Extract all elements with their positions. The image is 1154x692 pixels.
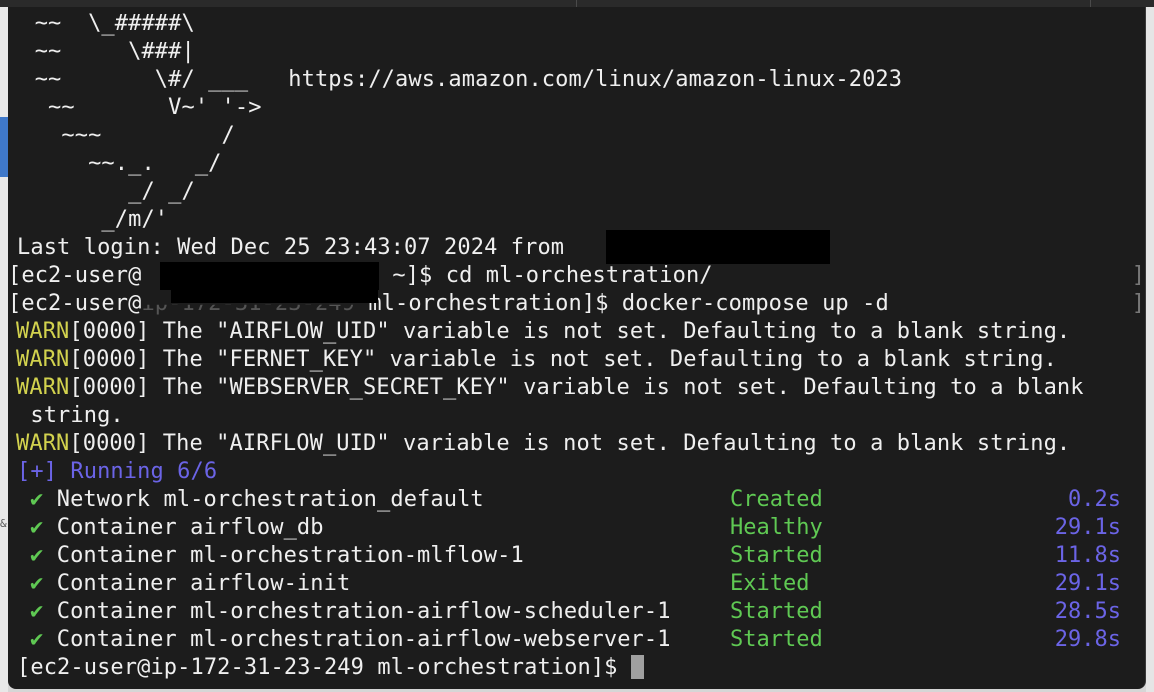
banner-line: _/ _/ [8, 179, 195, 204]
service-entry: ✔ Container ml-orchestration-mlflow-1 [30, 542, 524, 570]
prompt-prefix: [ec2-user@ [8, 291, 142, 316]
warning-line: WARN[0000] The "WEBSERVER_SECRET_KEY" va… [16, 374, 1084, 402]
service-name: Container airflow_db [56, 515, 324, 540]
warning-text: [0000] The "WEBSERVER_SECRET_KEY" variab… [69, 375, 1084, 400]
window-top-bar [0, 0, 1154, 7]
tab-divider [1090, 0, 1091, 7]
banner-line: ~~~ / [8, 123, 235, 148]
background-highlight [0, 117, 8, 177]
warning-line: WARN[0000] The "AIRFLOW_UID" variable is… [16, 318, 1070, 346]
background-glyph: & [0, 517, 7, 530]
banner-line: ~~._. _/ [8, 151, 222, 176]
service-status: Healthy [730, 515, 823, 540]
warning-line: WARN[0000] The "AIRFLOW_UID" variable is… [16, 430, 1070, 458]
command-prompt[interactable]: [ec2-user@ip-172-31-23-249 ml-orchestrat… [17, 654, 644, 682]
service-entry: ✔ Network ml-orchestration_default [30, 486, 484, 514]
service-time: 29.8s [1054, 627, 1121, 652]
service-entry: ✔ Container airflow_db [30, 514, 324, 542]
banner-line: ~~ \###| [8, 39, 195, 64]
service-time: 0.2s [1068, 487, 1121, 512]
service-name: Network ml-orchestration_default [56, 487, 484, 512]
service-status: Exited [730, 571, 810, 596]
service-status: Started [730, 599, 823, 624]
service-row: ✔ Container airflow-init Exited 29.1s [8, 570, 1145, 598]
service-time: 29.1s [1054, 571, 1121, 596]
warn-tag: WARN [16, 431, 70, 456]
service-entry: ✔ Container ml-orchestration-airflow-sch… [30, 598, 671, 626]
warning-text: [0000] The "AIRFLOW_UID" variable is not… [69, 431, 1071, 456]
service-status: Started [730, 543, 823, 568]
check-icon: ✔ [30, 487, 44, 512]
check-icon: ✔ [30, 515, 44, 540]
redacted-ip [606, 230, 830, 264]
service-status: Started [730, 627, 823, 652]
service-time: 28.5s [1054, 599, 1121, 624]
prompt-line-1: [ec2-user@ [8, 262, 141, 290]
service-name: Container ml-orchestration-airflow-sched… [56, 599, 671, 624]
service-status: Created [730, 487, 823, 512]
tab-divider [576, 0, 577, 7]
check-icon: ✔ [30, 571, 44, 596]
prompt-command: ~]$ cd ml-orchestration/ [379, 263, 713, 288]
service-name: Container ml-orchestration-airflow-webse… [56, 627, 671, 652]
check-icon: ✔ [30, 627, 44, 652]
check-icon: ✔ [30, 543, 44, 568]
warn-tag: WARN [16, 375, 70, 400]
service-row: ✔ Container ml-orchestration-mlflow-1 St… [8, 542, 1145, 570]
prompt-command: ml-orchestration]$ docker-compose up -d [354, 291, 889, 316]
banner-line: ~~ V~' '-> [8, 95, 262, 120]
background-window-edge: & [0, 7, 8, 692]
banner-line: ~~ \_#####\ [8, 11, 195, 36]
service-row: ✔ Container ml-orchestration-airflow-web… [8, 626, 1145, 654]
warning-line: WARN[0000] The "FERNET_KEY" variable is … [16, 346, 1057, 374]
redaction-bar [171, 290, 378, 303]
service-time: 11.8s [1054, 543, 1121, 568]
service-row: ✔ Container airflow_db Healthy 29.1s [8, 514, 1145, 542]
line-marker: ] [1131, 291, 1145, 316]
background-window-edge-right [1146, 7, 1154, 692]
running-status: [+] Running 6/6 [17, 459, 218, 484]
warn-tag: WARN [16, 347, 70, 372]
service-time: 29.1s [1054, 515, 1121, 540]
service-name: Container airflow-init [56, 571, 351, 596]
last-login-line: Last login: Wed Dec 25 23:43:07 2024 fro… [17, 235, 578, 260]
prompt-prefix: [ec2-user@ [8, 263, 142, 288]
warning-wrap-line: string. [17, 403, 124, 428]
banner-line-url: ~~ \#/ ___ https://aws.amazon.com/linux/… [8, 67, 903, 92]
prompt-line-2: [ec2-user@ip-172-31-23-249 ml-orchestrat… [8, 290, 889, 318]
warning-text: [0000] The "FERNET_KEY" variable is not … [69, 347, 1057, 372]
terminal-window[interactable]: ~~ \_#####\ ~~ \###| ~~ \#/ ___ https://… [8, 7, 1146, 689]
service-row: ✔ Network ml-orchestration_default Creat… [8, 486, 1145, 514]
redacted-hostname [160, 262, 379, 290]
service-entry: ✔ Container airflow-init [30, 570, 350, 598]
service-name: Container ml-orchestration-mlflow-1 [56, 543, 524, 568]
text-cursor [630, 655, 644, 679]
service-entry: ✔ Container ml-orchestration-airflow-web… [30, 626, 671, 654]
service-row: ✔ Container ml-orchestration-airflow-sch… [8, 598, 1145, 626]
warning-text: [0000] The "AIRFLOW_UID" variable is not… [69, 319, 1071, 344]
warn-tag: WARN [16, 319, 70, 344]
prompt-text: [ec2-user@ip-172-31-23-249 ml-orchestrat… [17, 655, 631, 680]
banner-line: _/m/' [8, 207, 169, 232]
check-icon: ✔ [30, 599, 44, 624]
line-marker: ] [1131, 263, 1145, 288]
